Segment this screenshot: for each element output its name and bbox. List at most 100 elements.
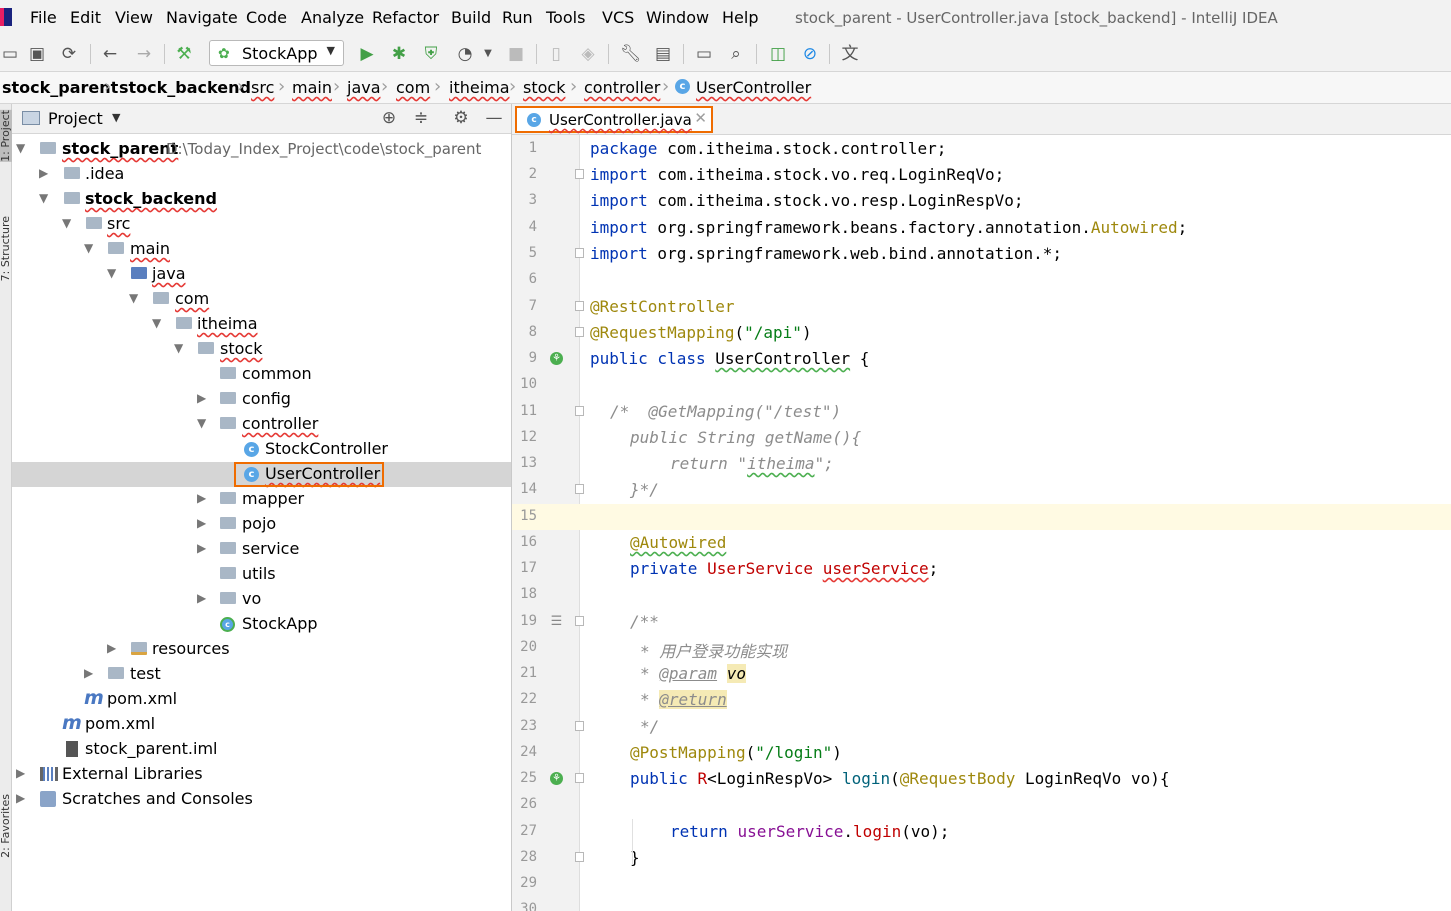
chevron-right-icon[interactable]: ▶ <box>107 641 119 655</box>
collapse-all-icon[interactable]: ≑ <box>411 108 431 128</box>
synchronize-icon[interactable]: ⟳ <box>59 44 79 64</box>
open-folder-icon[interactable]: ▭ <box>0 44 20 64</box>
gear-icon[interactable]: ⚙ <box>451 108 471 128</box>
translate-icon[interactable]: 文 <box>840 44 860 64</box>
save-all-icon[interactable]: ▣ <box>27 44 47 64</box>
tree-item-test[interactable]: ▶ test <box>12 662 511 687</box>
chevron-right-icon[interactable]: ▶ <box>16 766 28 780</box>
chevron-right-icon[interactable]: ▶ <box>197 541 209 555</box>
request-mapping-icon[interactable]: ⚘ <box>550 772 563 785</box>
ant-build-icon[interactable]: ◈ <box>578 44 598 64</box>
fold-marker-icon[interactable] <box>575 301 584 311</box>
back-icon[interactable]: ← <box>100 44 120 64</box>
menu-refactor[interactable]: Refactor <box>372 8 439 27</box>
menu-run[interactable]: Run <box>502 8 533 27</box>
chevron-down-icon[interactable]: ▼ <box>62 216 74 230</box>
fold-marker-icon[interactable] <box>575 773 584 783</box>
debug-bug-icon[interactable]: ✱ <box>389 44 409 64</box>
menu-navigate[interactable]: Navigate <box>166 8 238 27</box>
tab-usercontroller-java[interactable]: c UserController.java ✕ <box>515 106 713 133</box>
tree-item-stockcontroller[interactable]: c StockController <box>12 437 511 462</box>
build-hammer-icon[interactable]: ⚒ <box>174 44 194 64</box>
render-doc-icon[interactable]: ☰ <box>550 615 563 628</box>
tree-item-service[interactable]: ▶ service <box>12 537 511 562</box>
chevron-down-icon[interactable]: ▼ <box>112 111 120 124</box>
menu-edit[interactable]: Edit <box>70 8 101 27</box>
tree-item-common[interactable]: common <box>12 362 511 387</box>
tree-item-stock[interactable]: ▼ stock <box>12 337 511 362</box>
tree-item-usercontroller[interactable]: c UserController <box>12 462 511 487</box>
fold-marker-icon[interactable] <box>575 721 584 731</box>
tree-item-stock-backend[interactable]: ▼ stock_backend <box>12 187 511 212</box>
breadcrumb-stock-parent[interactable]: stock_parent <box>2 78 118 97</box>
tree-item-itheima[interactable]: ▼ itheima <box>12 312 511 337</box>
chevron-right-icon[interactable]: ▶ <box>197 491 209 505</box>
project-structure-icon[interactable]: ▤ <box>653 44 673 64</box>
chevron-right-icon[interactable]: ▶ <box>39 166 51 180</box>
tree-item-com[interactable]: ▼ com <box>12 287 511 312</box>
statistic-icon[interactable]: ◫ <box>768 44 788 64</box>
run-with-coverage-icon[interactable]: ⛨ <box>421 44 441 64</box>
menu-help[interactable]: Help <box>722 8 758 27</box>
tree-item-mapper[interactable]: ▶ mapper <box>12 487 511 512</box>
tree-item-scratches[interactable]: ▶ Scratches and Consoles <box>12 787 511 812</box>
chevron-right-icon[interactable]: ▶ <box>197 591 209 605</box>
fold-marker-icon[interactable] <box>575 616 584 626</box>
menu-vcs[interactable]: VCS <box>602 8 634 27</box>
tree-item-resources[interactable]: ▶ resources <box>12 637 511 662</box>
chevron-down-icon[interactable]: ▼ <box>107 266 119 280</box>
breadcrumb-main[interactable]: main <box>292 78 332 97</box>
tree-item-iml[interactable]: stock_parent.iml <box>12 737 511 762</box>
tree-item-pom-backend[interactable]: m pom.xml <box>12 687 511 712</box>
tree-item-idea[interactable]: ▶ .idea <box>12 162 511 187</box>
close-icon[interactable]: ✕ <box>694 109 707 127</box>
tree-item-config[interactable]: ▶ config <box>12 387 511 412</box>
tree-item-stock-parent[interactable]: ▼ stock_parent D:\Today_Index_Project\co… <box>12 137 511 162</box>
fold-marker-icon[interactable] <box>575 248 584 258</box>
tree-item-java[interactable]: ▼ java <box>12 262 511 287</box>
tree-item-pojo[interactable]: ▶ pojo <box>12 512 511 537</box>
chevron-right-icon[interactable]: ▶ <box>16 791 28 805</box>
chevron-right-icon[interactable]: ▶ <box>197 516 209 530</box>
chevron-down-icon[interactable]: ▼ <box>197 416 209 430</box>
chevron-down-icon[interactable]: ▼ <box>152 316 164 330</box>
tree-item-external-libraries[interactable]: ▶ External Libraries <box>12 762 511 787</box>
menu-build[interactable]: Build <box>451 8 491 27</box>
run-icon[interactable]: ▶ <box>357 44 377 64</box>
tree-item-main[interactable]: ▼ main <box>12 237 511 262</box>
breadcrumb-src[interactable]: src <box>251 78 274 97</box>
terminal-icon[interactable]: ▭ <box>694 44 714 64</box>
breadcrumb-stock[interactable]: stock <box>523 78 565 97</box>
locate-file-icon[interactable]: ⊕ <box>379 108 399 128</box>
fold-marker-icon[interactable] <box>575 327 584 337</box>
menu-file[interactable]: File <box>30 8 57 27</box>
hide-panel-icon[interactable]: — <box>484 108 504 128</box>
tree-item-src[interactable]: ▼ src <box>12 212 511 237</box>
run-configuration-select[interactable]: ✿ StockApp ▼ <box>209 40 344 66</box>
power-save-icon[interactable]: ⊘ <box>800 44 820 64</box>
menu-view[interactable]: View <box>115 8 153 27</box>
menu-tools[interactable]: Tools <box>546 8 585 27</box>
fold-marker-icon[interactable] <box>575 169 584 179</box>
breadcrumb-controller[interactable]: controller <box>584 78 660 97</box>
attach-debugger-icon[interactable]: ▯ <box>546 44 566 64</box>
tree-item-stockapp[interactable]: c StockApp <box>12 612 511 637</box>
breadcrumb-usercontroller[interactable]: UserController <box>696 78 811 97</box>
breadcrumb-stock-backend[interactable]: stock_backend <box>119 78 251 97</box>
profiler-icon[interactable]: ◔ <box>455 44 475 64</box>
chevron-right-icon[interactable]: ▶ <box>197 391 209 405</box>
breadcrumb-com[interactable]: com <box>396 78 430 97</box>
project-view-select[interactable]: Project <box>48 109 103 128</box>
forward-icon[interactable]: → <box>134 44 154 64</box>
chevron-down-icon[interactable]: ▼ <box>16 141 28 155</box>
code-editor[interactable]: 1 package com.itheima.stock.controller; … <box>512 135 1451 911</box>
chevron-down-icon[interactable]: ▼ <box>174 341 186 355</box>
tree-item-pom-parent[interactable]: m pom.xml <box>12 712 511 737</box>
tree-item-vo[interactable]: ▶ vo <box>12 587 511 612</box>
settings-wrench-icon[interactable]: 🔧︎ <box>620 44 642 64</box>
menu-window[interactable]: Window <box>646 8 709 27</box>
menu-analyze[interactable]: Analyze <box>301 8 364 27</box>
search-everywhere-icon[interactable]: ⌕ <box>726 44 746 64</box>
tab-structure[interactable]: 7: Structure <box>0 216 12 281</box>
menu-code[interactable]: Code <box>246 8 287 27</box>
